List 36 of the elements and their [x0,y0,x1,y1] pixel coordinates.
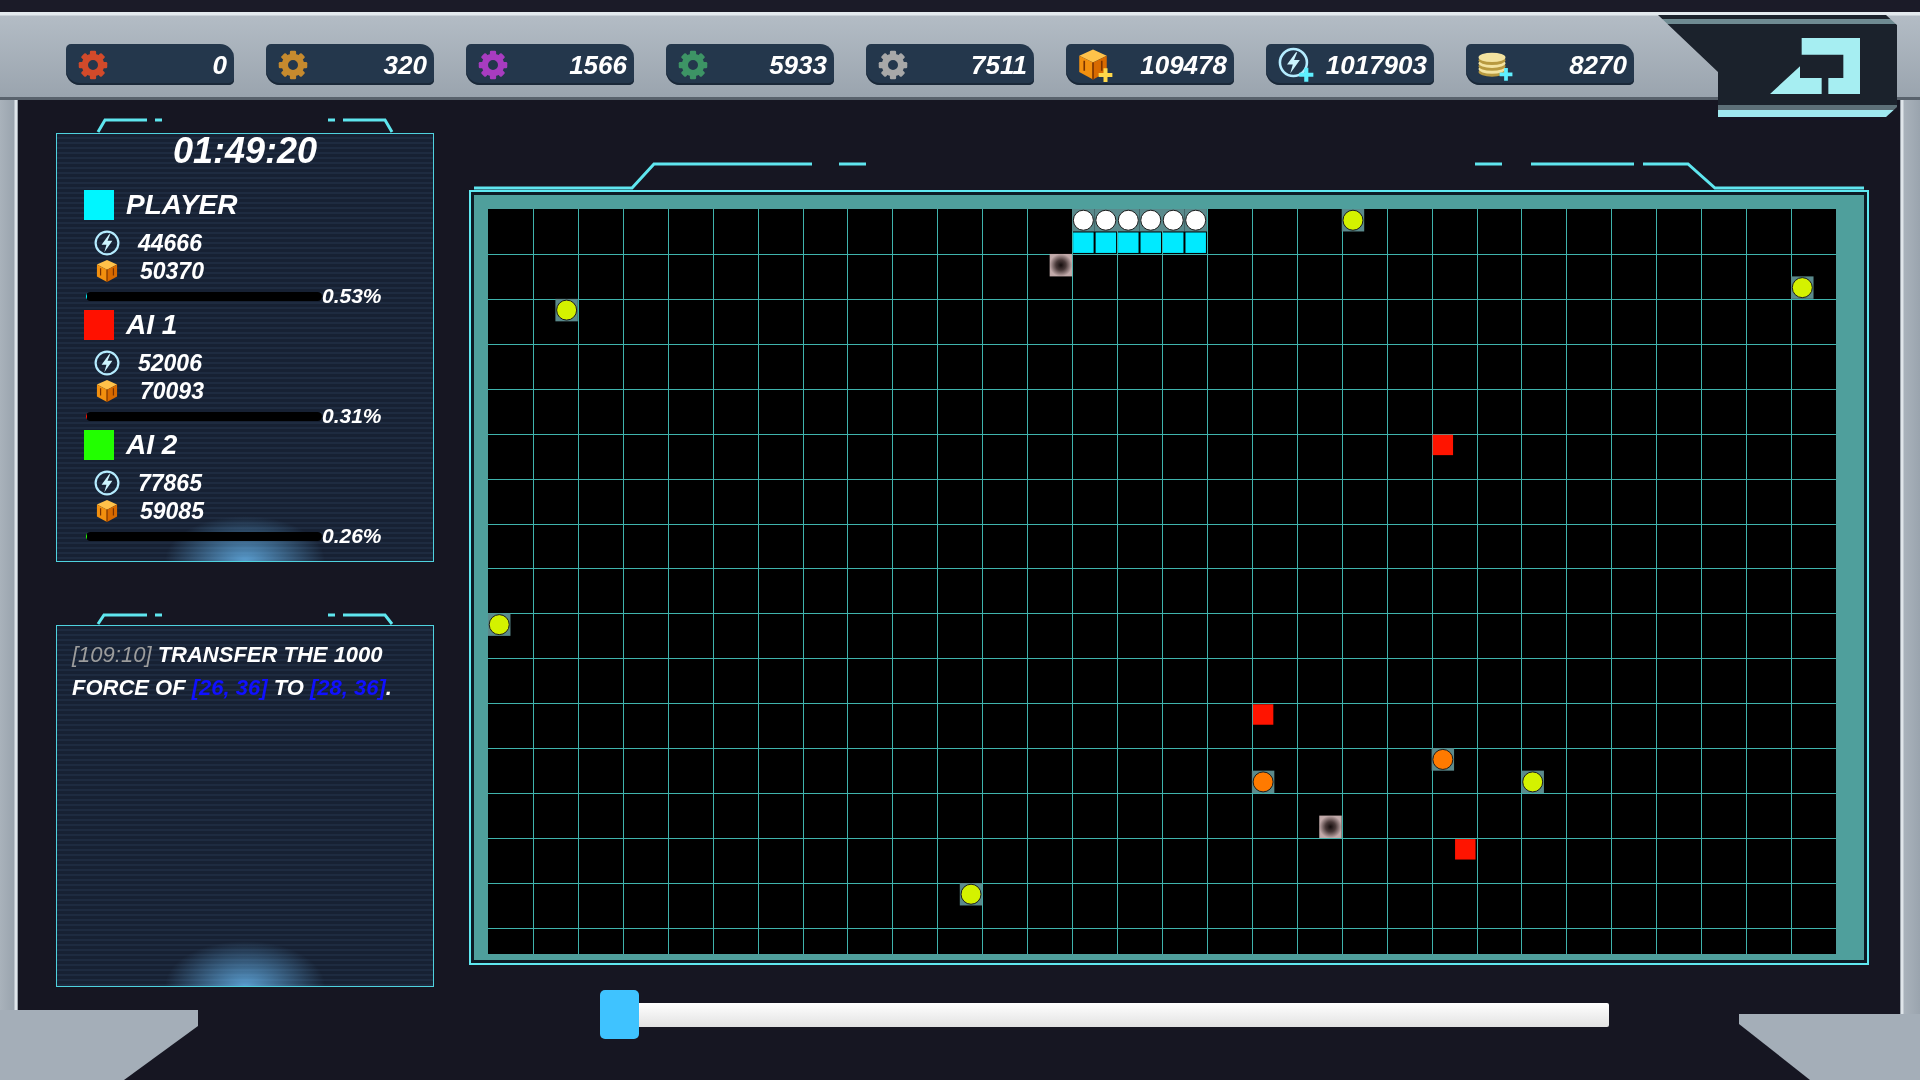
log-message: [109:10] TRANSFER THE 1000 FORCE OF [26, 36] TO [28, 36]. [72,641,393,702]
crater-icon [1049,253,1073,277]
cube-icon [96,379,118,403]
lightning-icon [94,470,120,496]
cube-plus-icon [1078,47,1113,82]
player-name: AI 2 [126,430,178,460]
stat-value: 44666 [138,231,202,255]
progress-percent: 0.31% [322,406,382,426]
crater-icon [1319,815,1342,839]
resource-value: 320 [383,49,427,80]
lightning-plus-icon [1278,47,1314,82]
lightning-icon [94,230,120,256]
stat-value: 77865 [138,471,202,495]
stat-value: 70093 [140,379,204,403]
stat-value: 52006 [138,351,202,375]
stat-value: 50370 [140,259,204,283]
stat-value: 59085 [140,499,204,523]
timeline-slider[interactable] [600,990,1609,1039]
cube-icon [96,499,118,523]
resource-value: 7511 [971,49,1027,80]
resource-value: 0 [212,49,227,80]
lightning-icon [94,350,120,376]
resource-value: 1566 [569,49,627,80]
progress-percent: 0.53% [322,286,382,306]
match-timer: 01:49:20 [172,134,318,168]
player-name: PLAYER [126,190,238,220]
resource-value: 1017903 [1325,49,1427,80]
cube-icon [96,259,118,283]
player-name: AI 1 [126,310,178,340]
back-button[interactable] [1658,15,1897,117]
return-arrow-icon [1770,38,1860,94]
slider-thumb[interactable] [600,990,639,1039]
progress-percent: 0.26% [322,526,382,546]
resource-value: 109478 [1140,49,1227,80]
resource-value: 8270 [1569,49,1627,80]
resource-value: 5933 [769,49,827,80]
